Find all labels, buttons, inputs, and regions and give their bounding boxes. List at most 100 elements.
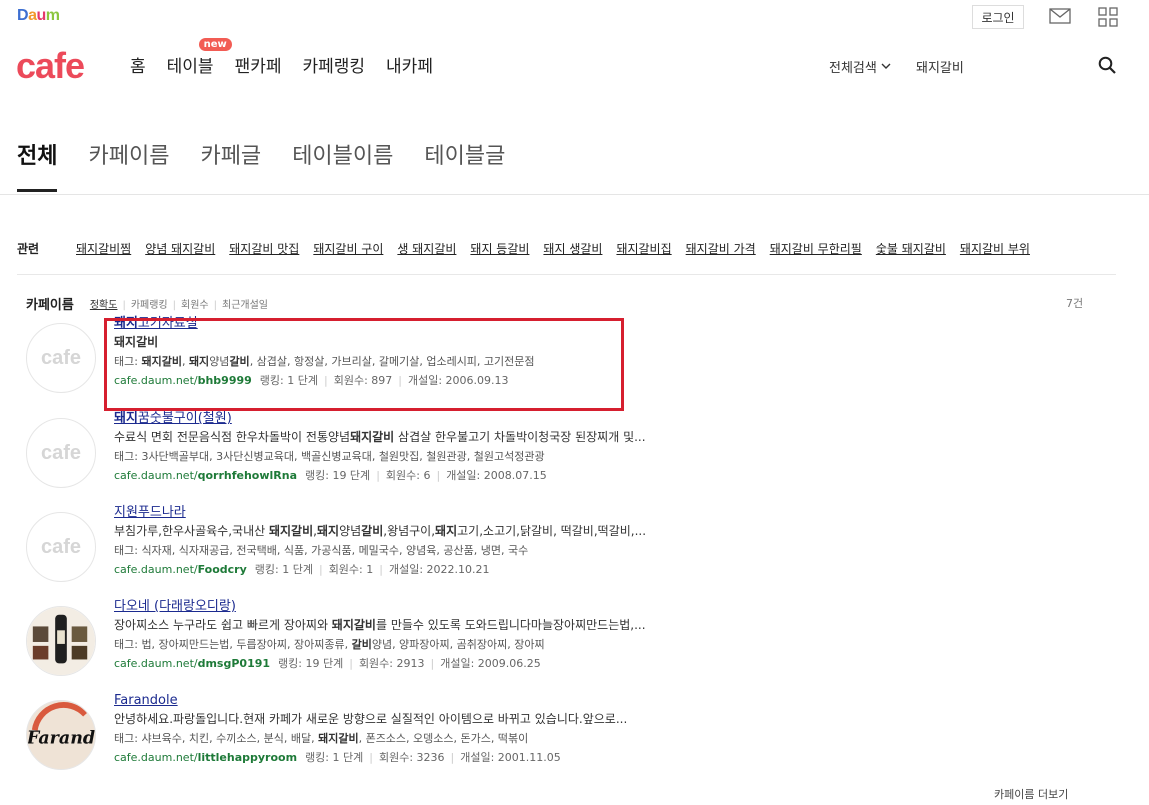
cafe-opened-date: 개설일: 2022.10.21 (388, 563, 490, 576)
cafe-thumbnail[interactable]: cafe (26, 323, 96, 393)
related-link[interactable]: 돼지갈비 구이 (313, 240, 383, 257)
cafe-members: 회원수: 3236 (378, 751, 445, 764)
related-searches: 관련 돼지갈비찜 양념 돼지갈비 돼지갈비 맛집 돼지갈비 구이 생 돼지갈비 … (17, 240, 1044, 257)
cafe-members: 회원수: 1 (328, 563, 374, 576)
related-link[interactable]: 돼지갈비집 (616, 240, 671, 257)
app-grid-icon[interactable] (1098, 7, 1118, 27)
related-divider (17, 274, 1116, 275)
tab-table-name[interactable]: 테이블이름 (292, 140, 393, 192)
tab-all[interactable]: 전체 (17, 140, 58, 192)
cafe-rank: 랭킹: 19 단계 (305, 469, 371, 482)
cafe-title-link[interactable]: 돼지꿈숫불구이(철원) (114, 409, 714, 428)
nav-fancafe[interactable]: 팬카페 (235, 56, 282, 78)
related-link[interactable]: 돼지갈비 가격 (686, 240, 756, 257)
more-cafe-names-link[interactable]: 카페이름 더보기 (994, 786, 1068, 802)
related-link[interactable]: 돼지갈비 부위 (960, 240, 1030, 257)
nav-table-label: 테이블 (166, 57, 214, 77)
cafe-url-link[interactable]: cafe.daum.net/Foodcry (114, 563, 247, 576)
related-link[interactable]: 돼지갈비 무한리필 (770, 240, 862, 257)
search-tabs: 전체 카페이름 카페글 테이블이름 테이블글 (17, 140, 536, 192)
meta-separator: | (450, 751, 455, 764)
nav-cafe-ranking[interactable]: 카페랭킹 (302, 56, 365, 78)
cafe-tags: 태그: 3사단백골부대, 3사단신병교육대, 백골신병교육대, 철원맛집, 철원… (114, 450, 545, 463)
cafe-thumbnail[interactable]: Farand (26, 700, 96, 770)
farandole-logo-image: Farand (27, 701, 95, 769)
cafe-rank: 랭킹: 1 단계 (305, 751, 364, 764)
cafe-thumbnail[interactable]: cafe (26, 418, 96, 488)
new-badge: new (198, 38, 232, 51)
cafe-url-id: Foodcry (197, 563, 247, 576)
cafe-members: 회원수: 6 (385, 469, 431, 482)
tab-cafe-name[interactable]: 카페이름 (88, 140, 169, 192)
search-scope-dropdown[interactable]: 전체검색 (829, 57, 891, 76)
cafe-title-link[interactable]: 지원푸드나라 (114, 503, 714, 522)
result-count: 7건 (1066, 297, 1084, 310)
nav-home[interactable]: 홈 (130, 56, 146, 78)
sort-ranking[interactable]: 카페랭킹 (131, 300, 168, 311)
cafe-description: 부침가루,한우사골육수,국내산 돼지갈비,돼지양념갈비,왕념구이,돼지고기,소고… (114, 524, 647, 538)
global-nav: 홈 테이블 new 팬카페 카페랭킹 내카페 (130, 38, 454, 78)
tab-cafe-post[interactable]: 카페글 (200, 140, 261, 192)
cafe-opened-date: 개설일: 2009.06.25 (440, 657, 541, 670)
cafe-description: 수료식 면회 전문음식점 한우차돌박이 전통양념돼지갈비 삼겹살 한우불고기 차… (114, 430, 646, 444)
sort-separator: | (213, 300, 217, 311)
svg-text:Farand: Farand (27, 729, 95, 749)
cafe-url-id: dmsgP0191 (197, 657, 271, 670)
cafe-placeholder-logo: cafe (40, 346, 82, 369)
related-link[interactable]: 생 돼지갈비 (397, 240, 456, 257)
related-link[interactable]: 양념 돼지갈비 (145, 240, 215, 257)
cafe-placeholder-logo: cafe (40, 441, 82, 464)
cafe-logo[interactable]: cafe (16, 44, 85, 88)
sort-accuracy[interactable]: 정확도 (90, 300, 118, 311)
nav-my-cafe[interactable]: 내카페 (386, 56, 433, 78)
related-link[interactable]: 돼지갈비찜 (76, 240, 131, 257)
cafe-thumbnail[interactable]: cafe (26, 512, 96, 582)
related-link[interactable]: 돼지 등갈비 (470, 240, 529, 257)
daum-logo[interactable]: Daum (17, 7, 60, 25)
search-input[interactable]: 돼지갈비 (916, 57, 964, 76)
cafe-meta: cafe.daum.net/qorrhfehowlRna 랭킹: 19 단계 | 회원… (114, 466, 714, 485)
cafe-title-link[interactable]: Farandole (114, 691, 714, 710)
meta-separator: | (369, 751, 373, 764)
related-link[interactable]: 돼지 생갈비 (543, 240, 602, 257)
meta-separator: | (318, 563, 323, 576)
result-info: 돼지꿈숫불구이(철원) 수료식 면회 전문음식점 한우차돌박이 전통양념돼지갈비 … (114, 409, 714, 485)
cafe-description: 안녕하세요.파랑돌입니다.현재 카페가 새로운 방향으로 실질적인 아이템으로 … (114, 712, 628, 726)
cafe-url-link[interactable]: cafe.daum.net/qorrhfehowlRna (114, 469, 297, 482)
cafe-rank: 랭킹: 1 단계 (254, 563, 313, 576)
cafe-description: 장아찌소스 누구라도 쉽고 빠르게 장아찌와 돼지갈비를 만들수 있도록 도와드… (114, 618, 646, 632)
cafe-tags: 태그: 법, 장아찌만드는법, 두릅장아찌, 장아찌종류, 갈비양념, 양파장아… (114, 638, 545, 651)
sort-members[interactable]: 회원수 (181, 300, 209, 311)
related-link[interactable]: 돼지갈비 맛집 (229, 240, 299, 257)
search-scope-label: 전체검색 (829, 61, 877, 76)
daum-logo-letter-d: D (17, 7, 29, 24)
search-icon[interactable] (1098, 56, 1116, 74)
mail-icon[interactable] (1049, 8, 1071, 24)
meta-separator: | (349, 657, 353, 670)
related-title: 관련 (17, 242, 40, 256)
cafe-meta: cafe.daum.net/dmsgP0191 랭킹: 19 단계 | 회원수: 29… (114, 654, 714, 673)
result-info: 다오네 (다래랑오디랑) 장아찌소스 누구라도 쉽고 빠르게 장아찌와 돼지갈비를… (114, 597, 714, 673)
tab-table-post[interactable]: 테이블글 (424, 140, 505, 192)
cafe-url-link[interactable]: cafe.daum.net/dmsgP0191 (114, 657, 270, 670)
result-item: cafe 돼지꿈숫불구이(철원) 수료식 면회 전문음식점 한우차돌박이 전통양념돼… (26, 409, 726, 489)
cafe-photo-image (27, 607, 95, 675)
cafe-url-link[interactable]: cafe.daum.net/littlehappyroom (114, 751, 297, 764)
cafe-meta: cafe.daum.net/Foodcry 랭킹: 1 단계 | 회원수: 1 | 개설일… (114, 560, 714, 579)
sort-recent[interactable]: 최근개설일 (222, 300, 268, 311)
cafe-name-section-header: 카페이름 정확도 | 카페랭킹 | 회원수 | 최근개설일 (26, 294, 268, 313)
meta-separator: | (430, 657, 435, 670)
cafe-placeholder-logo: cafe (40, 535, 82, 558)
meta-separator: | (376, 469, 380, 482)
nav-table[interactable]: 테이블 new (166, 38, 232, 78)
cafe-title-link[interactable]: 다오네 (다래랑오디랑) (114, 597, 714, 616)
sort-separator: | (172, 300, 177, 311)
cafe-members: 회원수: 2913 (358, 657, 425, 670)
tabs-divider (0, 194, 1149, 195)
cafe-opened-date: 개설일: 2001.11.05 (460, 751, 561, 764)
sort-options: 정확도 | 카페랭킹 | 회원수 | 최근개설일 (90, 296, 268, 311)
related-link[interactable]: 숯불 돼지갈비 (876, 240, 946, 257)
cafe-thumbnail[interactable] (26, 606, 96, 676)
login-button[interactable]: 로그인 (972, 5, 1024, 29)
cafe-tags: 태그: 샤브육수, 치킨, 수끼소스, 분식, 배달, 돼지갈비, 폰즈소스, … (114, 732, 529, 745)
